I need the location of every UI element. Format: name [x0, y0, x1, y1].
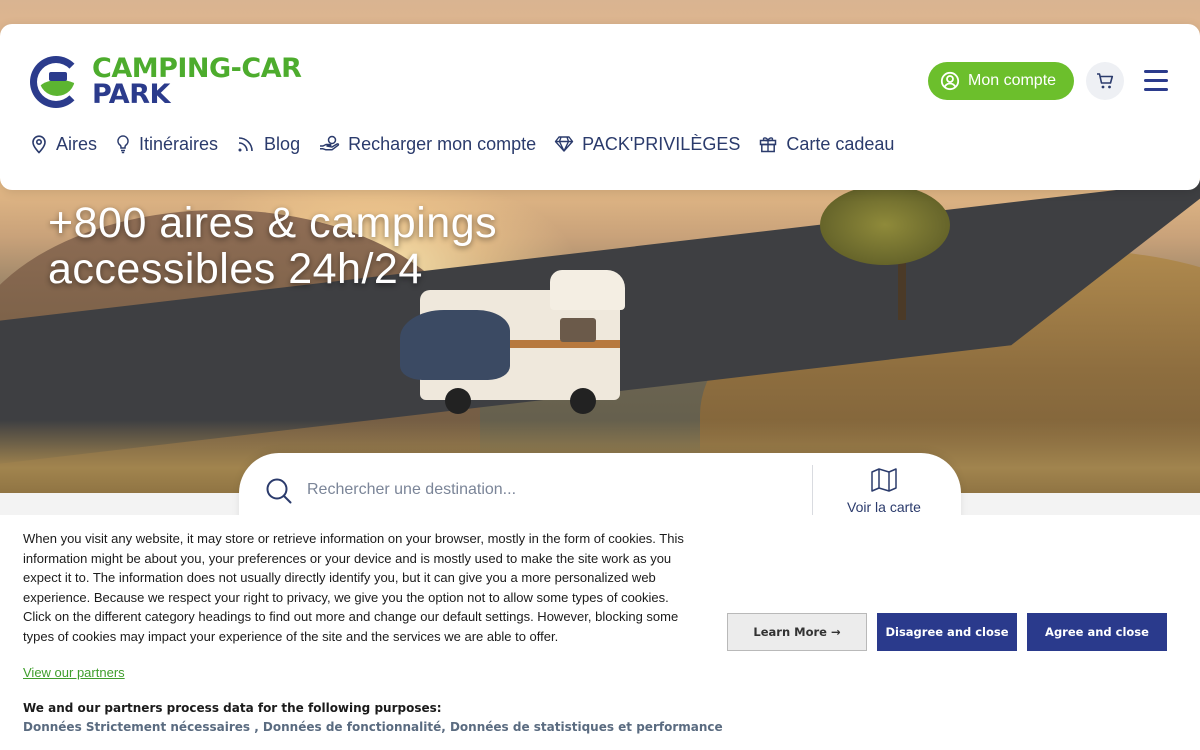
hero-title: +800 aires & campings accessibles 24h/24: [48, 200, 497, 292]
view-map-button[interactable]: Voir la carte: [829, 467, 939, 517]
view-partners-link[interactable]: View our partners: [23, 665, 125, 680]
account-button-label: Mon compte: [968, 72, 1057, 89]
cookie-consent-banner: When you visit any website, it may store…: [0, 515, 1200, 750]
nav-item-label: Aires: [56, 133, 98, 154]
disagree-and-close-button[interactable]: Disagree and close: [877, 613, 1017, 651]
cart-button[interactable]: [1086, 62, 1124, 100]
diamond-icon: [554, 136, 574, 152]
nav-item-label: PACK'PRIVILÈGES: [582, 133, 741, 154]
view-map-label: Voir la carte: [847, 499, 921, 515]
brand-name-line-2: PARK: [92, 79, 170, 110]
nav-item-blog[interactable]: Blog: [236, 134, 300, 155]
agree-and-close-button[interactable]: Agree and close: [1027, 613, 1167, 651]
map-icon: [871, 468, 897, 492]
lightbulb-icon: [117, 135, 129, 154]
rss-icon: [238, 137, 253, 152]
site-header: CAMPING-CAR PARK Mon compte Aires Itinér…: [0, 24, 1200, 190]
cookie-notice-text: When you visit any website, it may store…: [23, 531, 684, 644]
search-input[interactable]: [307, 473, 787, 507]
nav-item-label: Blog: [264, 133, 301, 154]
purposes-list: Données Strictement nécessaires , Donnée…: [23, 720, 723, 734]
main-nav: Aires Itinéraires Blog Recharger mon com…: [30, 130, 912, 158]
nav-item-aires[interactable]: Aires: [30, 134, 97, 155]
hero-title-line-2: accessibles 24h/24: [48, 245, 423, 293]
nav-item-label: Itinéraires: [139, 133, 219, 154]
account-button[interactable]: Mon compte: [928, 62, 1074, 100]
nav-item-pack-privileges[interactable]: PACK'PRIVILÈGES: [554, 134, 740, 155]
nav-item-itineraires[interactable]: Itinéraires: [115, 134, 218, 155]
hand-coin-icon: [320, 135, 340, 151]
location-pin-icon: [32, 135, 46, 154]
purposes-heading: We and our partners process data for the…: [23, 701, 442, 715]
nav-item-label: Carte cadeau: [786, 133, 895, 154]
learn-more-button[interactable]: Learn More →: [727, 613, 867, 651]
nav-item-carte-cadeau[interactable]: Carte cadeau: [758, 134, 894, 155]
hamburger-menu-icon[interactable]: [1140, 66, 1172, 96]
search-icon: [266, 478, 292, 504]
brand-logo[interactable]: CAMPING-CAR PARK: [30, 54, 310, 114]
gift-icon: [760, 137, 777, 153]
hero-title-line-1: +800 aires & campings: [48, 199, 498, 247]
nav-item-recharger[interactable]: Recharger mon compte: [318, 134, 536, 155]
nav-item-label: Recharger mon compte: [348, 133, 537, 154]
shopping-cart-icon: [1097, 73, 1114, 89]
divider: [812, 465, 813, 521]
user-circle-icon: [940, 71, 960, 91]
